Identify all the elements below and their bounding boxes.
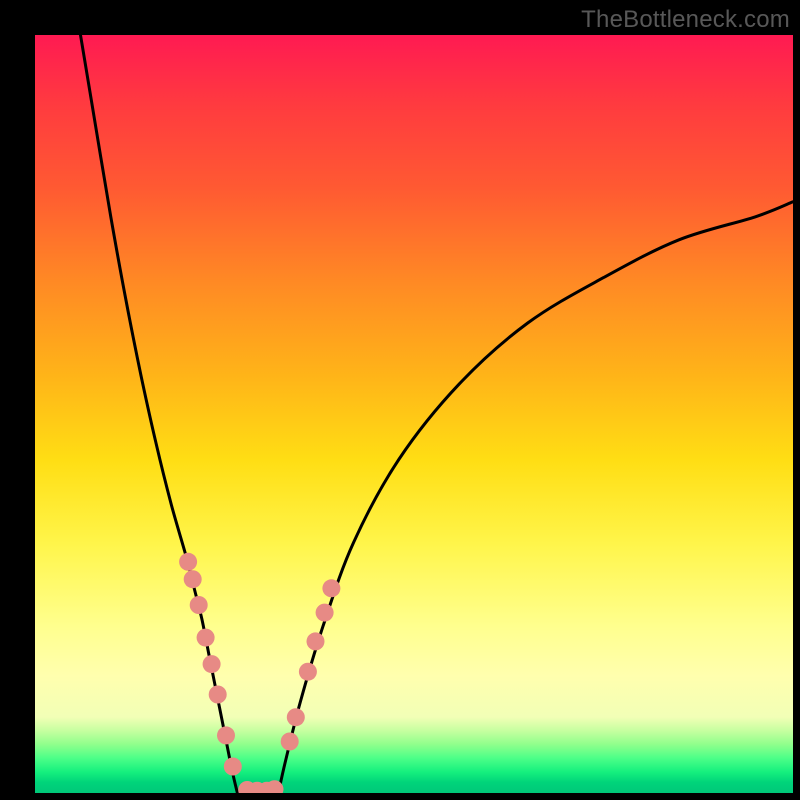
data-dot — [307, 632, 325, 650]
data-dot — [281, 733, 299, 751]
watermark-text: TheBottleneck.com — [581, 6, 790, 34]
data-dot — [197, 629, 215, 647]
data-dot — [299, 663, 317, 681]
plot-area — [35, 35, 793, 793]
data-dot — [316, 604, 334, 622]
curve-right — [278, 202, 793, 793]
data-dot — [217, 726, 235, 744]
data-dot — [203, 655, 221, 673]
data-dot — [224, 758, 242, 776]
data-dot — [190, 596, 208, 614]
data-dot — [184, 570, 202, 588]
data-dot — [209, 686, 227, 704]
chart-frame: TheBottleneck.com — [0, 0, 800, 800]
data-dot — [322, 579, 340, 597]
chart-svg — [35, 35, 793, 793]
data-dot — [179, 553, 197, 571]
curve-left — [81, 35, 238, 793]
data-dot — [287, 708, 305, 726]
